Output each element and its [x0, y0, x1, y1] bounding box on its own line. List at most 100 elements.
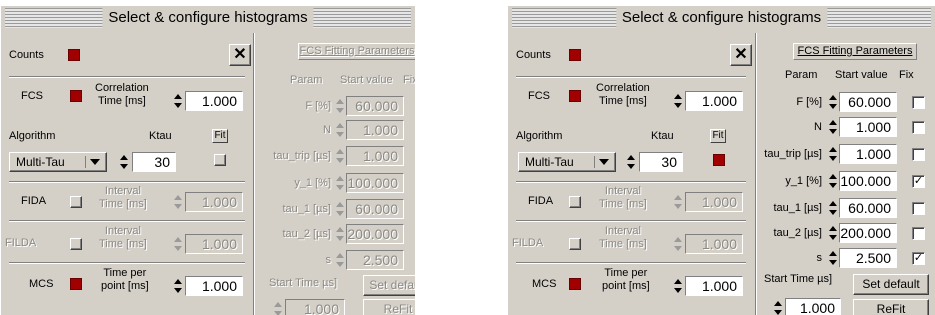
param-fix-checkbox[interactable]: ✓ — [912, 175, 925, 188]
chevron-down-icon[interactable] — [599, 159, 609, 165]
spin-up-icon[interactable] — [828, 92, 838, 102]
spin-down-icon[interactable] — [119, 162, 129, 172]
spin-up-icon[interactable] — [673, 91, 683, 101]
mcs-toggle[interactable] — [70, 278, 82, 290]
spin-down-icon[interactable] — [828, 154, 838, 164]
ktau-spinner[interactable] — [119, 152, 129, 172]
close-button[interactable]: ✕ — [229, 44, 251, 66]
set-default-button[interactable]: Set default — [853, 274, 929, 295]
spin-down-icon[interactable] — [626, 162, 636, 172]
param-value-input[interactable]: 60.000 — [839, 92, 897, 112]
param-spinner[interactable] — [828, 92, 838, 112]
mcs-time-input[interactable]: 1.000 — [185, 276, 243, 296]
param-spinner[interactable] — [828, 144, 838, 164]
fcs-fitting-parameters-button[interactable]: FCS Fitting Parameters — [793, 43, 917, 60]
spin-down-icon[interactable] — [828, 233, 838, 243]
correlation-time-input[interactable]: 1.000 — [685, 91, 743, 111]
fida-toggle[interactable] — [70, 196, 82, 208]
spin-down-icon[interactable] — [828, 208, 838, 218]
algorithm-label: Algorithm — [9, 130, 56, 142]
close-button[interactable]: ✕ — [730, 44, 752, 66]
spin-down-icon — [335, 209, 345, 219]
counts-toggle[interactable] — [569, 49, 581, 61]
param-fix-checkbox[interactable] — [912, 227, 925, 240]
algorithm-select[interactable]: Multi-Tau — [518, 152, 616, 172]
spin-up-icon[interactable] — [828, 117, 838, 127]
refit-button[interactable]: ReFit — [853, 299, 929, 315]
fit-toggle[interactable] — [214, 154, 226, 166]
spin-up-icon[interactable] — [119, 152, 129, 162]
mcs-time-label: Time per point [ms] — [602, 267, 650, 292]
spin-down-icon[interactable] — [673, 101, 683, 111]
fcs-toggle[interactable] — [569, 90, 581, 102]
combo-divider — [594, 156, 595, 168]
mcs-toggle[interactable] — [569, 278, 581, 290]
start-time-spinner[interactable] — [773, 298, 783, 315]
param-value-input: 60.000 — [346, 96, 404, 116]
set-default-button: Set default — [363, 275, 415, 296]
fix-header: Fix — [899, 69, 914, 81]
spin-up-icon[interactable] — [173, 91, 183, 101]
algorithm-select[interactable]: Multi-Tau — [9, 152, 107, 172]
param-fix-checkbox[interactable]: ✓ — [912, 252, 925, 265]
spin-down-icon[interactable] — [773, 308, 783, 315]
counts-label: Counts — [9, 49, 44, 61]
param-value-input[interactable]: 100.000 — [839, 171, 897, 191]
ktau-input[interactable]: 30 — [639, 152, 683, 172]
check-mark-icon: ✓ — [913, 252, 924, 264]
param-value-input[interactable]: 1.000 — [839, 117, 897, 137]
spin-up-icon — [335, 146, 345, 156]
param-spinner[interactable] — [828, 198, 838, 218]
spin-up-icon[interactable] — [673, 276, 683, 286]
spin-down-icon[interactable] — [828, 127, 838, 137]
spin-up-icon[interactable] — [828, 171, 838, 181]
fida-toggle[interactable] — [569, 196, 581, 208]
spin-down-icon[interactable] — [828, 102, 838, 112]
fit-button[interactable]: Fit — [212, 129, 228, 143]
fit-toggle[interactable] — [713, 154, 725, 166]
param-spinner[interactable] — [828, 223, 838, 243]
param-name: tau_1 [µs] — [773, 202, 822, 214]
param-spinner[interactable] — [828, 117, 838, 137]
fit-button[interactable]: Fit — [710, 129, 726, 143]
ktau-spinner[interactable] — [626, 152, 636, 172]
spin-down-icon[interactable] — [828, 181, 838, 191]
spin-down-icon[interactable] — [173, 101, 183, 111]
filda-toggle — [70, 238, 82, 250]
mcs-time-input[interactable]: 1.000 — [685, 276, 743, 296]
separator — [516, 262, 746, 264]
correlation-time-input[interactable]: 1.000 — [185, 91, 243, 111]
param-value-input[interactable]: 200.000 — [839, 223, 897, 243]
param-value-input[interactable]: 1.000 — [839, 144, 897, 164]
algorithm-value: Multi-Tau — [525, 155, 574, 169]
param-fix-checkbox[interactable] — [912, 121, 925, 134]
start-time-input[interactable]: 1.000 — [785, 298, 841, 315]
param-spinner[interactable] — [828, 248, 838, 268]
param-value-input[interactable]: 60.000 — [839, 198, 897, 218]
param-value-input[interactable]: 2.500 — [839, 248, 897, 268]
spin-up-icon[interactable] — [626, 152, 636, 162]
spin-up-icon[interactable] — [828, 198, 838, 208]
spin-up-icon[interactable] — [828, 248, 838, 258]
spin-up-icon[interactable] — [773, 298, 783, 308]
correlation-time-spinner[interactable] — [173, 91, 183, 111]
mcs-time-spinner[interactable] — [173, 276, 183, 296]
ktau-input[interactable]: 30 — [132, 152, 176, 172]
correlation-time-spinner[interactable] — [673, 91, 683, 111]
counts-toggle[interactable] — [68, 49, 80, 61]
spin-up-icon[interactable] — [828, 144, 838, 154]
spin-down-icon[interactable] — [828, 258, 838, 268]
fcs-toggle[interactable] — [70, 90, 82, 102]
spin-up-icon[interactable] — [828, 223, 838, 233]
spin-down-icon[interactable] — [173, 286, 183, 296]
spin-down-icon[interactable] — [673, 286, 683, 296]
param-spinner[interactable] — [828, 171, 838, 191]
chevron-down-icon[interactable] — [90, 159, 100, 165]
spin-up-icon[interactable] — [173, 276, 183, 286]
spin-up-icon — [335, 120, 345, 130]
panel-title: Select & configure histograms — [102, 8, 314, 28]
param-fix-checkbox[interactable] — [912, 96, 925, 109]
param-fix-checkbox[interactable] — [912, 148, 925, 161]
param-fix-checkbox[interactable] — [912, 202, 925, 215]
mcs-time-spinner[interactable] — [673, 276, 683, 296]
